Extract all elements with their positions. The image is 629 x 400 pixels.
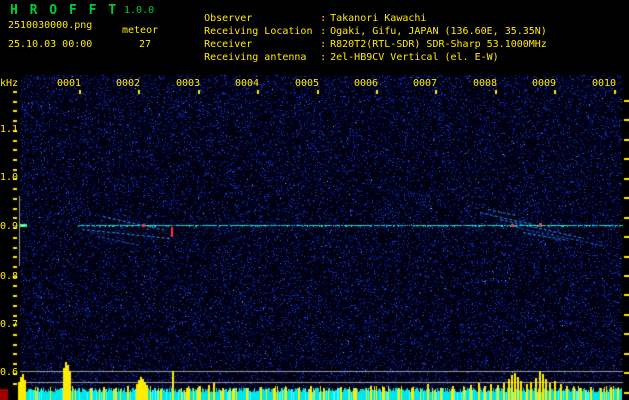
freq-tick-label: 1.1 [0,124,19,135]
time-tick-label: 0004 [235,78,260,89]
freq-tick-label: 0.7 [0,319,19,330]
separator: : [320,52,327,63]
hrofft-window: H R O F F T 1.0.0 2510030000.png meteor … [0,0,629,400]
time-tick-label: 0003 [176,78,201,89]
time-tick-label: 0002 [116,78,141,89]
time-tick-label: 0001 [57,78,82,89]
time-tick-label: 0007 [413,78,438,89]
freq-axis-unit: kHz [0,78,19,89]
freq-tick-label: 1.0 [0,172,19,183]
antenna-row: Receiving antenna:2el-HB9CV Vertical (el… [180,41,499,74]
time-tick-label: 0005 [295,78,320,89]
app-title: H R O F F T [10,3,119,18]
freq-tick-label: 0.6 [0,367,19,378]
echo-count: 27 [139,39,152,50]
app-version: 1.0.0 [124,5,155,16]
time-tick-label: 0008 [473,78,498,89]
observation-datetime: 25.10.03 00:00 [8,39,93,50]
freq-tick-label: 0.8 [0,271,19,282]
output-filename: 2510030000.png [8,20,93,31]
time-tick-label: 0009 [532,78,557,89]
freq-tick-label: 0.9 [0,221,19,232]
antenna-label: Receiving antenna [204,52,307,63]
time-tick-label: 0010 [592,78,617,89]
time-tick-label: 0006 [354,78,379,89]
mode-label: meteor [122,25,159,36]
antenna-value: 2el-HB9CV Vertical (el. E-W) [330,52,499,63]
